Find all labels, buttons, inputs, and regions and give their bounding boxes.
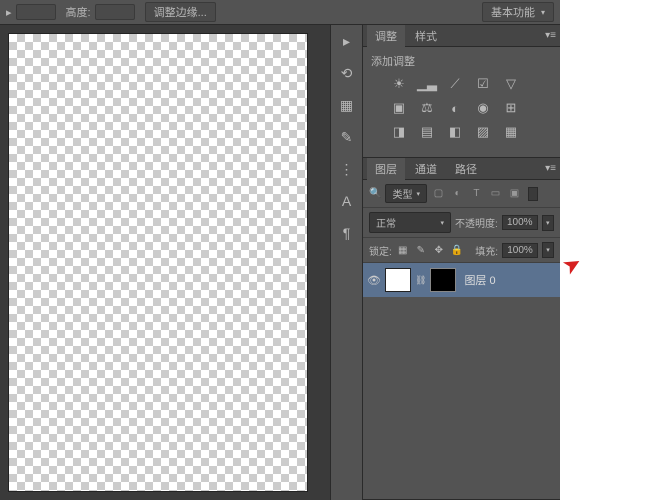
tab-layers[interactable]: 图层 xyxy=(367,158,405,180)
height-label: 高度: xyxy=(66,4,91,20)
blend-mode-label: 正常 xyxy=(376,215,396,230)
threshold-icon[interactable]: ◧ xyxy=(445,123,465,141)
visibility-icon[interactable]: 👁 xyxy=(367,274,381,287)
annotation-arrow-icon: ➤ xyxy=(558,249,587,281)
tab-adjustments[interactable]: 调整 xyxy=(367,25,405,47)
layer-row[interactable]: 👁 ⛓ 图层 0 xyxy=(363,263,560,297)
opacity-dropdown-icon[interactable]: ▾ xyxy=(542,215,554,231)
exposure-icon[interactable]: ☑ xyxy=(473,75,493,93)
workspace-label: 基本功能 xyxy=(491,4,535,20)
adjustments-panel: 调整 样式 ▾≡ 添加调整 ☀ ▁▃ ⟋ ☑ ▽ ▣ ⚖ xyxy=(363,25,560,158)
width-input[interactable] xyxy=(16,4,56,20)
filter-type-label: 类型 xyxy=(392,186,412,201)
vibrance-icon[interactable]: ▽ xyxy=(501,75,521,93)
filter-toggle[interactable] xyxy=(528,187,538,201)
add-adjustment-label: 添加调整 xyxy=(371,53,552,69)
filter-adjust-icon[interactable]: ◐ xyxy=(450,187,465,201)
lock-label: 锁定: xyxy=(369,243,392,258)
layer-mask-thumbnail[interactable] xyxy=(430,268,456,292)
collapsed-panel-strip: ▸ ⟲ ▦ ✎ ⋮ A ¶ xyxy=(330,25,362,500)
tab-styles[interactable]: 样式 xyxy=(407,25,445,47)
channel-mixer-icon[interactable]: ⊞ xyxy=(501,99,521,117)
selective-color-icon[interactable]: ▦ xyxy=(501,123,521,141)
filter-shape-icon[interactable]: ▭ xyxy=(488,187,503,201)
refine-edge-button[interactable]: 调整边缘... xyxy=(145,2,216,22)
brush-icon[interactable]: ✎ xyxy=(337,127,357,147)
filter-search-icon: 🔍 xyxy=(369,188,381,199)
curves-icon[interactable]: ⟋ xyxy=(445,75,465,93)
filter-smart-icon[interactable]: ▣ xyxy=(507,187,522,201)
gradient-map-icon[interactable]: ▨ xyxy=(473,123,493,141)
tab-paths[interactable]: 路径 xyxy=(447,158,485,180)
options-bar: ▸ 高度: 调整边缘... 基本功能 xyxy=(0,0,560,25)
layer-filter-type-dropdown[interactable]: 类型 xyxy=(385,184,427,203)
lock-all-icon[interactable]: 🔒 xyxy=(450,243,464,257)
fill-label: 填充: xyxy=(475,243,498,258)
height-input[interactable] xyxy=(95,4,135,20)
filter-pixel-icon[interactable]: ▢ xyxy=(431,187,446,201)
posterize-icon[interactable]: ▤ xyxy=(417,123,437,141)
layer-thumbnail[interactable] xyxy=(385,268,411,292)
lock-transparent-icon[interactable]: ▦ xyxy=(396,243,410,257)
fill-dropdown-icon[interactable]: ▾ xyxy=(542,242,554,258)
document-canvas[interactable] xyxy=(8,33,308,492)
fill-input[interactable]: 100% xyxy=(502,243,538,258)
photo-filter-icon[interactable]: ◉ xyxy=(473,99,493,117)
levels-icon[interactable]: ▁▃ xyxy=(417,75,437,93)
character-icon[interactable]: A xyxy=(337,191,357,211)
hue-icon[interactable]: ▣ xyxy=(389,99,409,117)
brush-presets-icon[interactable]: ⋮ xyxy=(337,159,357,179)
invert-icon[interactable]: ◨ xyxy=(389,123,409,141)
lock-pixels-icon[interactable]: ✎ xyxy=(414,243,428,257)
balance-icon[interactable]: ⚖ xyxy=(417,99,437,117)
mask-link-icon[interactable]: ⛓ xyxy=(415,275,426,286)
layer-list: 👁 ⛓ 图层 0 xyxy=(363,263,560,303)
layer-name-label[interactable]: 图层 0 xyxy=(464,272,495,288)
blend-mode-dropdown[interactable]: 正常 xyxy=(369,212,451,233)
layers-panel: 图层 通道 路径 ▾≡ 🔍 类型 ▢ ◐ T ▭ ▣ xyxy=(363,158,560,500)
bw-icon[interactable]: ◐ xyxy=(445,99,465,117)
paragraph-icon[interactable]: ¶ xyxy=(337,223,357,243)
opacity-label: 不透明度: xyxy=(455,215,498,230)
tab-channels[interactable]: 通道 xyxy=(407,158,445,180)
filter-text-icon[interactable]: T xyxy=(469,187,484,201)
layers-panel-menu-icon[interactable]: ▾≡ xyxy=(545,163,556,174)
brightness-icon[interactable]: ☀ xyxy=(389,75,409,93)
width-stepper-icon: ▸ xyxy=(6,6,12,19)
history-icon[interactable]: ⟲ xyxy=(337,63,357,83)
canvas-area xyxy=(0,25,330,500)
swatches-icon[interactable]: ▦ xyxy=(337,95,357,115)
expand-icon[interactable]: ▸ xyxy=(337,31,357,51)
workspace-dropdown[interactable]: 基本功能 xyxy=(482,2,554,22)
panel-menu-icon[interactable]: ▾≡ xyxy=(545,30,556,41)
opacity-input[interactable]: 100% xyxy=(502,215,538,230)
lock-position-icon[interactable]: ✥ xyxy=(432,243,446,257)
